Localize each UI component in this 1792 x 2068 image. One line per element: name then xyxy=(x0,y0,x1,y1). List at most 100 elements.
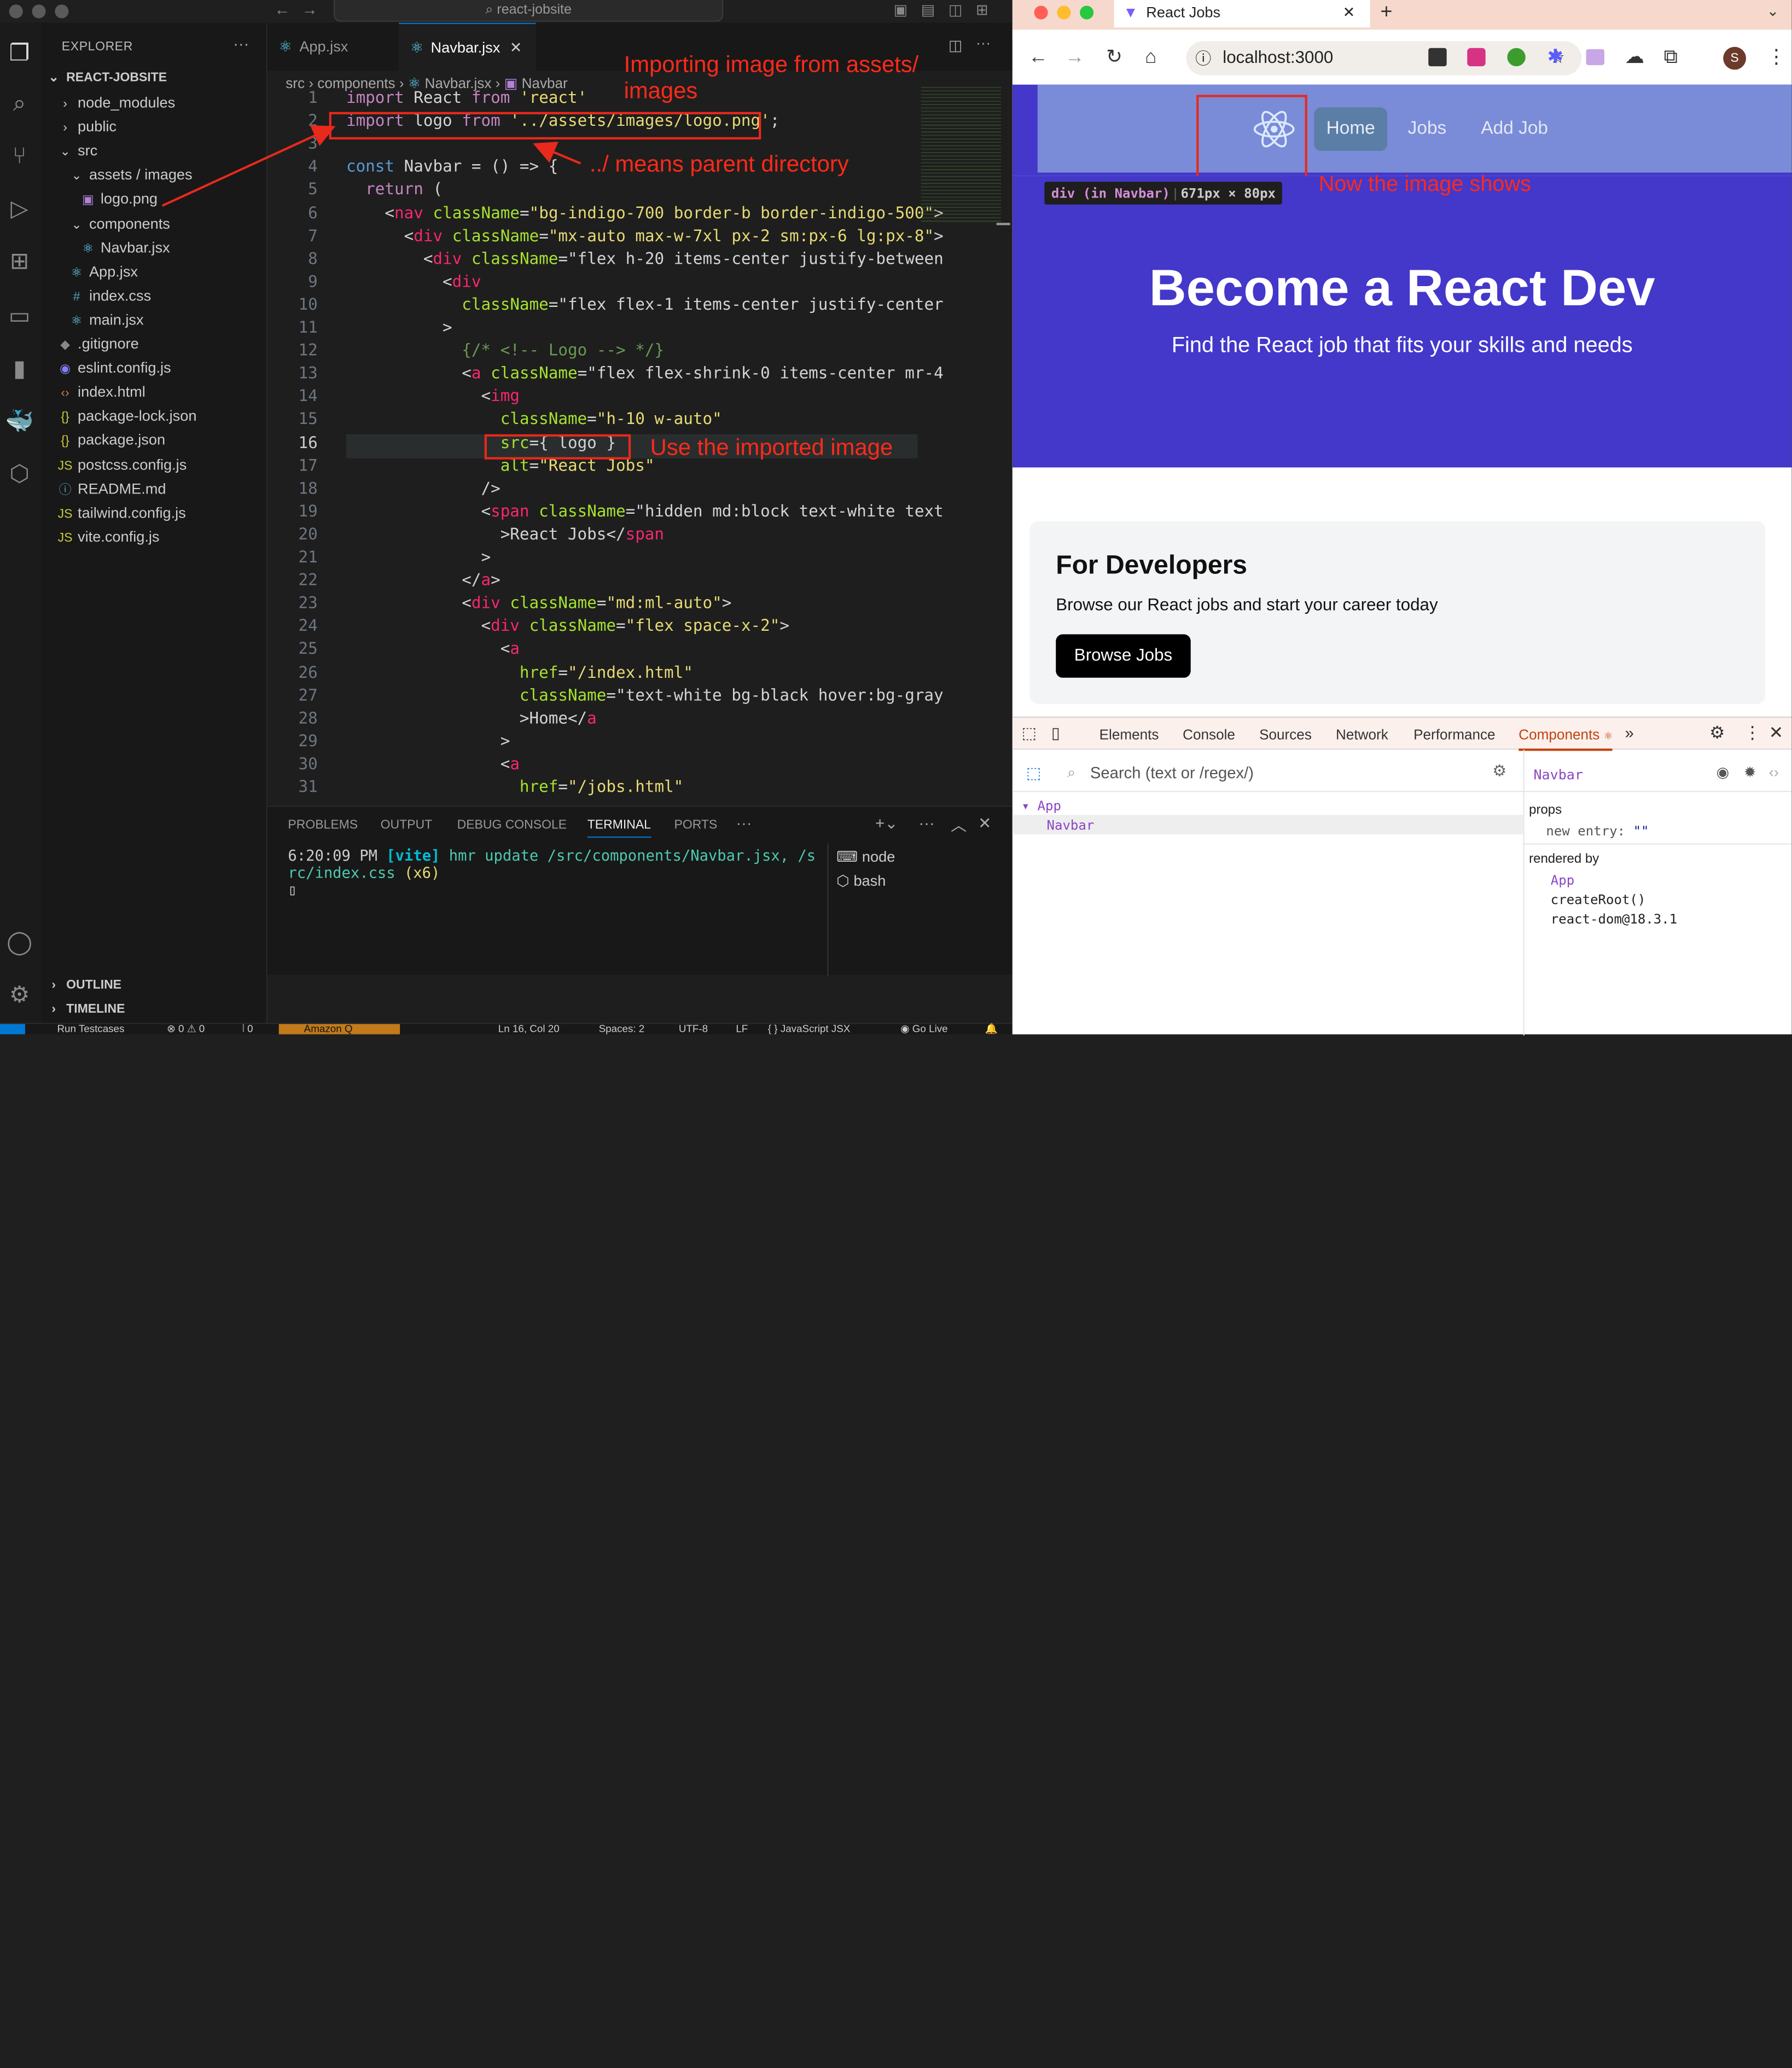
maximize-panel-icon[interactable]: ︿ xyxy=(951,814,967,837)
shell-node[interactable]: ⌨ node xyxy=(836,848,895,866)
hero-section: div (in Navbar) | 671px × 80px Now the i… xyxy=(1012,172,1792,468)
status-language[interactable]: { } JavaScript JSX xyxy=(768,1024,851,1035)
card-text: Browse our React jobs and start your car… xyxy=(1056,595,1438,615)
close-window-button[interactable] xyxy=(1034,5,1048,20)
nav-add-job-link[interactable]: Add Job xyxy=(1481,119,1548,140)
shell-node-label: node xyxy=(862,848,895,865)
reload-icon[interactable]: ↻ xyxy=(1106,46,1122,69)
inspect-dom-icon[interactable]: ◉ xyxy=(1717,763,1730,781)
close-devtools-icon[interactable]: ✕ xyxy=(1769,722,1783,743)
tab-title: React Jobs xyxy=(1146,3,1221,21)
tab-components[interactable]: Components ⚛ xyxy=(1518,727,1613,751)
extension-download-icon[interactable] xyxy=(1467,48,1486,67)
arrow-to-path xyxy=(533,142,581,165)
home-icon[interactable]: ⌂ xyxy=(1145,46,1156,69)
status-ports-count: 0 xyxy=(247,1023,253,1035)
browser-tab-react-jobs[interactable]: ▼ React Jobs ✕ xyxy=(1114,0,1370,28)
terminal-output[interactable]: 6:20:09 PM [vite] hmr update /src/compon… xyxy=(288,848,816,899)
url-text: localhost:3000 xyxy=(1223,48,1334,68)
debug-bug-icon[interactable]: ✹ xyxy=(1744,763,1756,781)
prop-new-entry[interactable]: new entry: "" xyxy=(1546,823,1649,839)
browser-toolbar: ← → ↻ ⌂ ⓘ localhost:3000 ☆ ✱ ☁ ⧉ S ⋮ xyxy=(1012,30,1792,85)
devtools-settings-icon[interactable]: ⚙ xyxy=(1709,722,1725,743)
tab-terminal[interactable]: TERMINAL xyxy=(587,818,651,838)
extension-image-icon[interactable] xyxy=(1586,49,1604,66)
minimize-window-button[interactable] xyxy=(1057,5,1071,20)
extension-lighthouse-icon[interactable] xyxy=(1428,48,1447,67)
tab-search-icon[interactable]: ⌄ xyxy=(1767,2,1779,20)
amazon-q-label: Amazon Q xyxy=(304,1023,353,1035)
tab-sources[interactable]: Sources xyxy=(1259,727,1312,743)
tree-node-navbar[interactable]: Navbar xyxy=(1047,817,1095,833)
status-bar: Run Testcases ⊗ 0 ⚠ 0 ⦚ 0 Amazon Q Ln 16… xyxy=(0,1023,1013,1035)
devtools-panel: ⬚ ▯ Elements Console Sources Network Per… xyxy=(1012,716,1792,1036)
device-toolbar-icon[interactable]: ▯ xyxy=(1051,723,1060,743)
rendered-by-createroot: createRoot() xyxy=(1550,891,1646,908)
extension-snowflake-icon[interactable]: ✱ xyxy=(1547,46,1564,69)
react-icon: ⚛ xyxy=(1603,730,1613,742)
tab-console[interactable]: Console xyxy=(1183,727,1235,743)
more-tabs-icon[interactable]: » xyxy=(1625,723,1634,741)
devtools-menu-icon[interactable]: ⋮ xyxy=(1744,722,1761,743)
browse-jobs-button[interactable]: Browse Jobs xyxy=(1056,634,1191,678)
developers-card: For Developers Browse our React jobs and… xyxy=(1029,521,1766,704)
select-component-icon[interactable]: ⬚ xyxy=(1026,763,1042,783)
new-terminal-icon[interactable]: +⌄ xyxy=(875,814,898,833)
tab-problems[interactable]: PROBLEMS xyxy=(288,818,358,832)
tree-node-app[interactable]: ▾ App xyxy=(1022,798,1061,814)
error-icon: ⊗ xyxy=(166,1023,176,1035)
component-settings-icon[interactable]: ⚙ xyxy=(1492,761,1506,781)
tab-network[interactable]: Network xyxy=(1336,727,1388,743)
divider xyxy=(1012,791,1523,792)
browser-menu-icon[interactable]: ⋮ xyxy=(1767,46,1787,69)
remote-indicator[interactable] xyxy=(0,1024,25,1035)
notifications-icon[interactable]: 🔔 xyxy=(985,1024,998,1035)
nav-jobs-link[interactable]: Jobs xyxy=(1408,119,1447,140)
terminal-msg: hmr update /src/components/Navbar.jsx, /… xyxy=(449,848,816,865)
status-cursor-position[interactable]: Ln 16, Col 20 xyxy=(498,1024,560,1035)
tab-output[interactable]: OUTPUT xyxy=(381,818,432,832)
status-run-testcases[interactable]: Run Testcases xyxy=(57,1024,124,1035)
ports-icon: ⦚ xyxy=(242,1023,245,1035)
inspect-element-icon[interactable]: ⬚ xyxy=(1022,723,1037,743)
extension-css-icon[interactable]: ☁ xyxy=(1625,46,1645,69)
go-live-label: Go Live xyxy=(912,1023,948,1035)
component-search-input[interactable]: Search (text or /regex/) xyxy=(1090,761,1467,784)
close-panel-icon[interactable]: ✕ xyxy=(978,814,992,833)
terminal-icon: ⬡ xyxy=(836,872,850,890)
tab-ports[interactable]: PORTS xyxy=(674,818,718,832)
new-tab-icon[interactable]: + xyxy=(1381,0,1393,24)
status-problems[interactable]: ⊗ 0 ⚠ 0 xyxy=(167,1024,205,1035)
extension-plus-icon[interactable] xyxy=(1507,48,1526,67)
terminal-divider xyxy=(827,843,829,977)
nav-home-link[interactable]: Home xyxy=(1314,107,1388,151)
card-title: For Developers xyxy=(1056,549,1248,580)
site-info-icon[interactable]: ⓘ xyxy=(1195,41,1211,75)
panel-more-icon[interactable]: ··· xyxy=(736,814,752,832)
back-icon[interactable]: ← xyxy=(1028,46,1048,69)
components-label: Components xyxy=(1518,727,1600,743)
status-go-live[interactable]: ◉ Go Live xyxy=(900,1024,947,1035)
maximize-window-button[interactable] xyxy=(1080,5,1094,20)
close-tab-icon[interactable]: ✕ xyxy=(1343,0,1355,25)
status-spaces[interactable]: Spaces: 2 xyxy=(599,1024,645,1035)
tab-elements[interactable]: Elements xyxy=(1099,727,1159,743)
rendered-by-label: rendered by xyxy=(1529,852,1599,867)
status-encoding[interactable]: UTF-8 xyxy=(679,1024,708,1035)
view-source-icon[interactable]: ‹› xyxy=(1769,763,1779,780)
divider xyxy=(1524,843,1792,845)
devtools-tooltip: div (in Navbar) | 671px × 80px xyxy=(1044,182,1283,205)
status-errors: 0 ⚠ 0 xyxy=(178,1023,205,1035)
status-eol[interactable]: LF xyxy=(736,1024,748,1035)
panel-divider xyxy=(1523,750,1525,1036)
shell-bash[interactable]: ⬡ bash xyxy=(836,872,886,890)
tab-debug-console[interactable]: DEBUG CONSOLE xyxy=(457,818,567,832)
status-ports[interactable]: ⦚ 0 xyxy=(242,1024,253,1035)
terminal-more-icon[interactable]: ··· xyxy=(919,814,935,832)
extensions-puzzle-icon[interactable]: ⧉ xyxy=(1664,46,1678,69)
forward-icon[interactable]: → xyxy=(1065,46,1085,69)
rendered-by-app[interactable]: App xyxy=(1551,872,1574,888)
profile-avatar[interactable]: S xyxy=(1723,47,1746,70)
tab-performance[interactable]: Performance xyxy=(1413,727,1495,743)
status-amazon-q[interactable]: Amazon Q xyxy=(278,1023,400,1035)
